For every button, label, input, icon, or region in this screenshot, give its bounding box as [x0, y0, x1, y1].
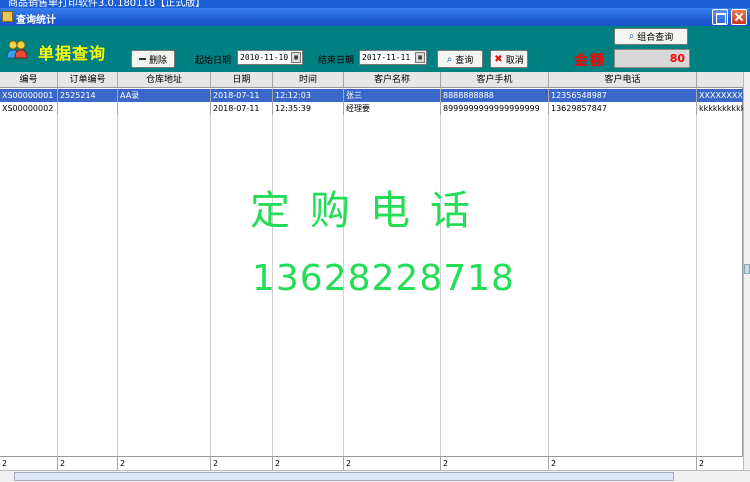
- footer-cell: 2: [549, 457, 697, 470]
- column-header-warehouse[interactable]: 仓库地址: [118, 72, 211, 87]
- table-row[interactable]: XS00000001 2525214 AA录 2018-07-11 12:12:…: [0, 89, 743, 102]
- start-date-label: 起始日期: [195, 56, 232, 66]
- column-header-extra[interactable]: [697, 72, 743, 87]
- table-row[interactable]: XS00000002 2018-07-11 12:35:39 经理要 89999…: [0, 102, 743, 115]
- cancel-button-label: 取消: [505, 55, 524, 66]
- end-date-value: 2017-11-11: [362, 53, 411, 62]
- horizontal-scrollbar[interactable]: [0, 470, 750, 482]
- column-divider: [117, 88, 118, 456]
- people-icon: [6, 40, 28, 59]
- footer-cell: 2: [273, 457, 344, 470]
- cell-extra: XXXXXXXXX: [699, 91, 743, 100]
- close-button[interactable]: [731, 9, 747, 25]
- cell-warehouse: [118, 102, 211, 115]
- cell-extra: kkkkkkkkkk: [699, 104, 743, 113]
- minus-icon: [138, 58, 146, 60]
- combo-query-button[interactable]: ⌕ 组合查询: [614, 28, 688, 45]
- search-icon: ⌕: [446, 53, 453, 65]
- end-date-input[interactable]: 2017-11-11 ▦: [359, 50, 427, 65]
- outer-window-title: 商品销售单打印软件3.0.180118【正式版】: [8, 0, 206, 8]
- close-icon: ✖: [494, 53, 503, 65]
- footer-cell: 2: [0, 457, 58, 470]
- footer-cell: 2: [211, 457, 273, 470]
- grid-header: 编号 订单编号 仓库地址 日期 时间 客户名称 客户手机 客户电话: [0, 72, 743, 88]
- query-button[interactable]: ⌕ 查询: [437, 50, 483, 68]
- cell-order-no: [58, 102, 118, 115]
- horizontal-scroll-thumb[interactable]: [14, 472, 674, 481]
- query-button-label: 查询: [455, 55, 474, 66]
- toolbar: 单据查询 删除 起始日期 2010-11-10 ▦ 结束日期 2017-11-1…: [0, 26, 750, 72]
- start-date-value: 2010-11-10: [240, 53, 289, 62]
- footer-cell: 2: [441, 457, 549, 470]
- cell-customer-mobile: 8888888888: [441, 89, 549, 102]
- vertical-scrollbar[interactable]: [743, 72, 750, 470]
- cell-customer-mobile: 8999999999999999999: [441, 102, 549, 115]
- column-header-order-no[interactable]: 订单编号: [58, 72, 118, 87]
- column-header-customer-phone[interactable]: 客户电话: [549, 72, 697, 87]
- search-icon: ⌕: [628, 31, 635, 42]
- page-title: 单据查询: [38, 44, 107, 63]
- cancel-button[interactable]: ✖ 取消: [490, 50, 528, 68]
- column-divider: [548, 88, 549, 456]
- column-header-date[interactable]: 日期: [211, 72, 273, 87]
- column-header-customer-name[interactable]: 客户名称: [344, 72, 441, 87]
- delete-button-label: 删除: [148, 55, 167, 66]
- order-phone-watermark-number: 13628228718: [252, 258, 515, 299]
- column-header-time[interactable]: 时间: [273, 72, 344, 87]
- cell-date: 2018-07-11: [211, 102, 273, 115]
- vertical-scroll-thumb[interactable]: [744, 264, 750, 274]
- grid-footer: 2 2 2 2 2 2 2 2 2: [0, 456, 743, 470]
- cell-customer-phone: 12356548987: [549, 89, 697, 102]
- outer-title-bar: 商品销售单打印软件3.0.180118【正式版】: [0, 0, 750, 8]
- cell-customer-name: 经理要: [344, 102, 441, 115]
- combo-query-label: 组合查询: [637, 33, 674, 43]
- amount-label: 金额: [574, 53, 606, 69]
- column-header-customer-mobile[interactable]: 客户手机: [441, 72, 549, 87]
- amount-value: 80: [614, 49, 690, 68]
- column-header-id[interactable]: 编号: [0, 72, 58, 87]
- cell-date: 2018-07-11: [211, 89, 273, 102]
- column-divider: [696, 88, 697, 456]
- inner-title-bar: 查询统计: [0, 8, 750, 26]
- cell-warehouse: AA录: [118, 89, 211, 102]
- cell-customer-name: 张三: [344, 89, 441, 102]
- footer-cell: 2: [344, 457, 441, 470]
- cell-order-no: 2525214: [58, 89, 118, 102]
- calendar-icon[interactable]: ▦: [291, 52, 301, 63]
- window-title: 查询统计: [16, 15, 56, 26]
- cell-id: XS00000002: [0, 102, 58, 115]
- column-divider: [210, 88, 211, 456]
- cell-customer-phone: 13629857847: [549, 102, 697, 115]
- footer-cell: 2: [118, 457, 211, 470]
- maximize-button[interactable]: [712, 9, 728, 25]
- column-divider: [57, 88, 58, 456]
- start-date-input[interactable]: 2010-11-10 ▦: [237, 50, 303, 65]
- cell-id: XS00000001: [0, 89, 58, 102]
- end-date-label: 结束日期: [318, 56, 355, 66]
- delete-button[interactable]: 删除: [131, 50, 175, 68]
- footer-cell: 2: [58, 457, 118, 470]
- app-icon: [2, 11, 13, 22]
- cell-time: 12:35:39: [273, 102, 344, 115]
- footer-cell: 2: [699, 459, 705, 468]
- cell-time: 12:12:03: [273, 89, 344, 102]
- calendar-icon[interactable]: ▦: [415, 52, 425, 63]
- order-phone-watermark-title: 定购电话: [250, 188, 490, 234]
